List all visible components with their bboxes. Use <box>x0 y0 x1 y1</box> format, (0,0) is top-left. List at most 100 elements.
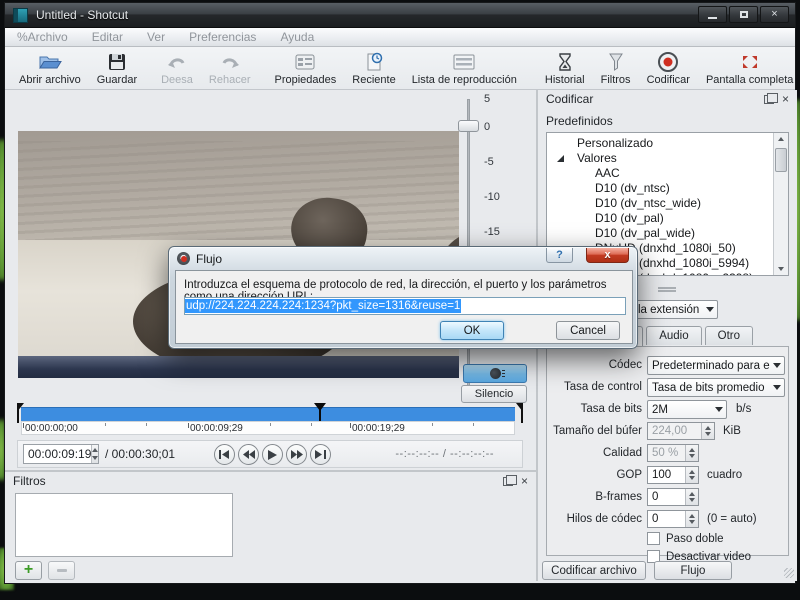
video-settings-group: Códec Predeterminado para el for Tasa de… <box>546 346 789 556</box>
dialog-help-button[interactable]: ? <box>546 248 573 263</box>
minimize-button[interactable] <box>698 6 727 23</box>
spin-arrows[interactable] <box>685 489 698 505</box>
close-panel-icon[interactable]: × <box>782 93 789 105</box>
undo-button[interactable]: Deesa <box>153 47 201 89</box>
spin-arrows[interactable] <box>701 423 714 439</box>
floppy-disk-icon <box>107 51 127 73</box>
open-file-button[interactable]: Abrir archivo <box>11 47 89 89</box>
bitrate-combobox[interactable]: 2M <box>647 400 727 419</box>
menu-ver[interactable]: Ver <box>147 30 165 44</box>
encode-panel-header[interactable]: Codificar × <box>538 90 797 108</box>
play-button[interactable] <box>262 444 283 465</box>
volume-tick: -15 <box>484 226 500 238</box>
undo-arrow-icon <box>166 51 188 73</box>
close-button[interactable]: × <box>760 6 789 23</box>
panel-splitter-handle[interactable] <box>658 287 676 289</box>
tab-audio[interactable]: Audio <box>646 326 701 345</box>
gop-spinbox[interactable]: 100 <box>647 466 699 484</box>
fast-forward-button[interactable] <box>286 444 307 465</box>
chevron-down-icon <box>770 385 784 390</box>
mute-button[interactable]: Silencio <box>461 385 527 403</box>
spin-arrows[interactable] <box>685 467 698 483</box>
recent-button[interactable]: Reciente <box>344 47 403 89</box>
close-icon: x <box>604 249 610 261</box>
maximize-button[interactable] <box>729 6 758 23</box>
tab-otro[interactable]: Otro <box>705 326 753 345</box>
bitrate-suffix: b/s <box>736 403 751 415</box>
remove-filter-button[interactable] <box>48 561 75 580</box>
fullscreen-button[interactable]: Pantalla completa <box>698 47 800 89</box>
preset-item[interactable]: D10 (dv_pal) <box>547 211 788 226</box>
main-toolbar: Abrir archivo Guardar Deesa Rehacer <box>5 47 795 90</box>
bitrate-label: Tasa de bits <box>550 403 642 415</box>
encode-file-button[interactable]: Codificar archivo <box>542 561 646 580</box>
volume-slider-handle[interactable] <box>458 120 479 132</box>
history-button[interactable]: Historial <box>537 47 593 89</box>
preset-item[interactable]: D10 (dv_ntsc_wide) <box>547 196 788 211</box>
filters-button[interactable]: Filtros <box>593 47 639 89</box>
position-spin-arrows[interactable] <box>91 445 98 463</box>
gop-label: GOP <box>550 469 642 481</box>
skip-to-end-button[interactable] <box>310 444 331 465</box>
position-spinbox[interactable]: 00:00:09:19 <box>23 444 99 464</box>
dual-pass-checkbox[interactable] <box>647 532 660 545</box>
gop-suffix: cuadro <box>707 469 742 481</box>
rate-control-combobox[interactable]: Tasa de bits promedio <box>647 378 785 397</box>
filters-panel-header[interactable]: Filtros × <box>5 472 536 490</box>
title-bar[interactable]: Untitled - Shotcut × <box>5 3 795 28</box>
scrollbar-thumb[interactable] <box>775 148 787 172</box>
redo-button[interactable]: Rehacer <box>201 47 259 89</box>
window-title: Untitled - Shotcut <box>36 8 128 22</box>
buffer-spinbox[interactable]: 224,00 <box>647 422 715 440</box>
preset-item[interactable]: D10 (dv_ntsc) <box>547 181 788 196</box>
encode-panel-title: Codificar <box>546 92 764 106</box>
preset-item[interactable]: Personalizado <box>547 136 788 151</box>
add-filter-button[interactable]: + <box>15 561 42 580</box>
skip-to-start-button[interactable] <box>214 444 235 465</box>
volume-popup-button[interactable] <box>463 364 527 383</box>
scrubber-bar[interactable] <box>21 407 515 421</box>
menu-ayuda[interactable]: Ayuda <box>280 30 314 44</box>
stream-button[interactable]: Flujo <box>654 561 732 580</box>
filters-panel: Filtros × + <box>5 472 536 581</box>
close-panel-icon[interactable]: × <box>521 475 528 487</box>
dual-pass-label: Paso doble <box>666 533 724 545</box>
selection-range: --:--:--:-- / --:--:--:-- <box>395 448 494 460</box>
menu-archivo[interactable]: %Archivo <box>17 30 68 44</box>
rewind-button[interactable] <box>238 444 259 465</box>
preset-item[interactable]: AAC <box>547 166 788 181</box>
presets-scrollbar[interactable] <box>773 133 788 275</box>
menu-preferencias[interactable]: Preferencias <box>189 30 256 44</box>
save-button[interactable]: Guardar <box>89 47 145 89</box>
url-input[interactable]: udp://224.224.224.224:1234?pkt_size=1316… <box>184 297 626 315</box>
total-duration: / 00:00:30;01 <box>105 447 175 461</box>
open-folder-icon <box>38 51 62 73</box>
ok-button[interactable]: OK <box>440 321 504 340</box>
play-icon <box>268 450 277 460</box>
codec-threads-label: Hilos de códec <box>550 513 642 525</box>
fast-forward-icon <box>291 450 303 459</box>
filters-list[interactable] <box>15 493 233 557</box>
codec-combobox[interactable]: Predeterminado para el for <box>647 356 785 375</box>
preset-item[interactable]: D10 (dv_pal_wide) <box>547 226 788 241</box>
dialog-close-button[interactable]: x <box>586 248 629 263</box>
bframes-spinbox[interactable]: 0 <box>647 488 699 506</box>
float-panel-icon[interactable] <box>764 95 774 104</box>
spin-arrows[interactable] <box>685 445 698 461</box>
resize-grip[interactable] <box>784 568 794 578</box>
quality-spinbox[interactable]: 50 % <box>647 444 699 462</box>
spin-arrows[interactable] <box>685 511 698 527</box>
codec-threads-spinbox[interactable]: 0 <box>647 510 699 528</box>
encode-button[interactable]: Codificar <box>639 47 698 89</box>
properties-button[interactable]: Propiedades <box>266 47 344 89</box>
cancel-button[interactable]: Cancel <box>556 321 620 340</box>
float-panel-icon[interactable] <box>503 477 513 486</box>
filters-panel-title: Filtros <box>13 474 503 488</box>
time-ruler[interactable]: 00:00:00;00 00:00:09;29 00:00:19;29 <box>21 421 515 435</box>
tree-expander-icon[interactable] <box>557 155 564 162</box>
speaker-icon <box>490 368 501 379</box>
volume-tick: 5 <box>484 93 490 105</box>
preset-item[interactable]: Valores <box>547 151 788 166</box>
playlist-button[interactable]: Lista de reproducción <box>404 47 525 89</box>
menu-editar[interactable]: Editar <box>92 30 123 44</box>
